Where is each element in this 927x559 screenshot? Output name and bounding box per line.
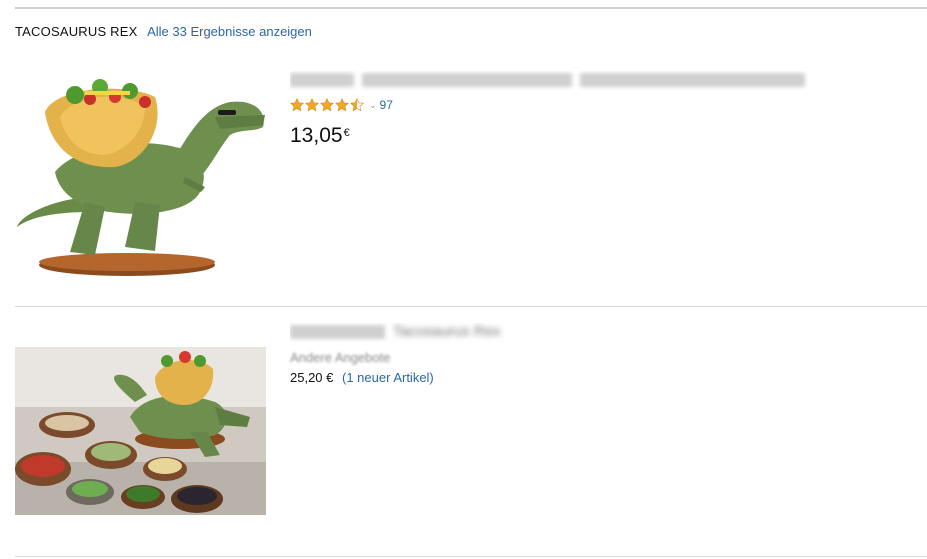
chevron-down-icon[interactable]: ⌄ <box>369 100 377 111</box>
dinosaur-taco-holder-image[interactable] <box>15 77 268 278</box>
star-full-icon <box>290 98 304 112</box>
product-title-blurred[interactable] <box>290 71 830 91</box>
product-title-partially-blurred[interactable]: Tacosaurus Rex <box>290 323 510 343</box>
offer-price-row: 25,20 € (1 neuer Artikel) <box>290 370 434 385</box>
price-whole: 13,05 <box>290 124 343 147</box>
other-offers-label[interactable]: Andere Angebote <box>290 350 390 365</box>
star-full-icon <box>335 98 349 112</box>
rating-row[interactable]: ⌄ 97 <box>290 97 393 113</box>
product-divider <box>15 306 927 307</box>
rating-count[interactable]: 97 <box>380 98 393 112</box>
star-full-icon <box>305 98 319 112</box>
product-title-visible-part[interactable]: Tacosaurus Rex <box>393 323 501 340</box>
price-currency: € <box>343 127 350 139</box>
dinosaur-taco-holder-with-bowls-image[interactable] <box>15 347 266 515</box>
product-price: 13,05€ <box>290 124 350 148</box>
star-full-icon <box>320 98 334 112</box>
top-divider <box>15 7 927 9</box>
brand-name: TACOSAURUS REX <box>15 24 138 39</box>
offer-price: 25,20 € <box>290 370 334 385</box>
star-half-icon <box>350 98 364 112</box>
bottom-divider <box>15 556 927 557</box>
results-header: TACOSAURUS REX Alle 33 Ergebnisse anzeig… <box>15 24 312 39</box>
new-items-link[interactable]: (1 neuer Artikel) <box>342 370 434 385</box>
all-results-link[interactable]: Alle 33 Ergebnisse anzeigen <box>147 24 312 39</box>
